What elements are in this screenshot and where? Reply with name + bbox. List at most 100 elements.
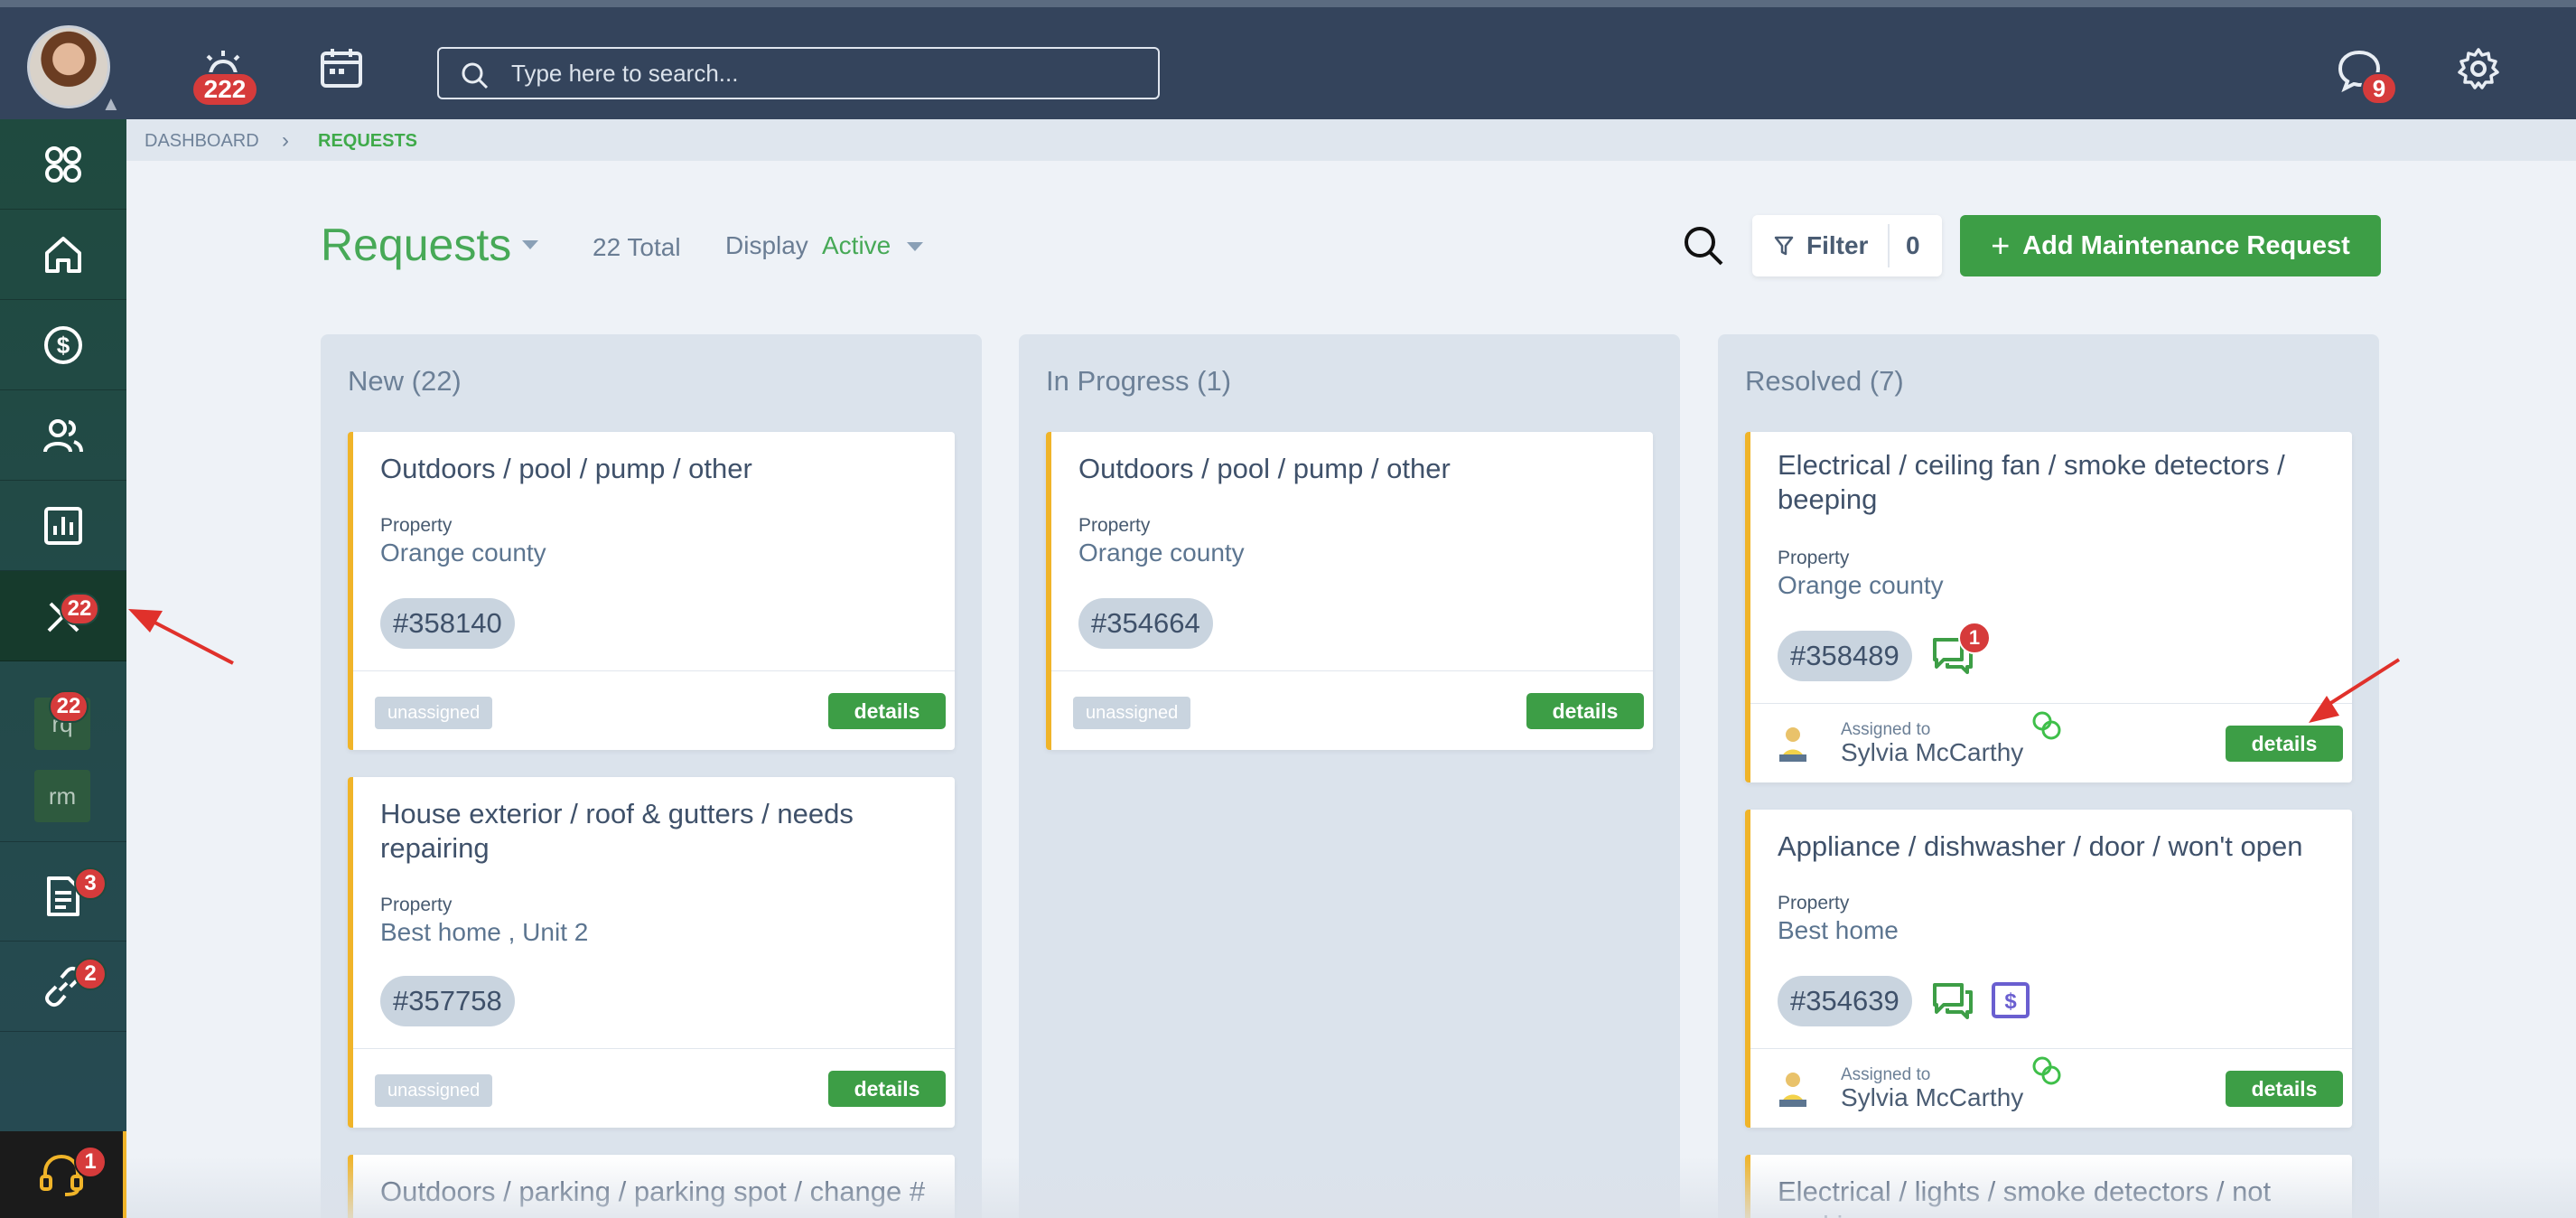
assigned-label: Assigned to	[1841, 1065, 1931, 1084]
request-card[interactable]: Outdoors / pool / pump / other Property …	[348, 432, 955, 750]
sidebar: $ 22 rq 22 rm 3 2	[0, 119, 126, 1218]
search-icon	[462, 62, 489, 89]
details-button[interactable]: details	[1526, 693, 1644, 729]
card-title[interactable]: Outdoors / pool / pump / other	[380, 452, 940, 486]
filter-count: 0	[1906, 231, 1920, 259]
property-label: Property	[380, 515, 453, 536]
property-value[interactable]: Orange county	[1778, 571, 1944, 600]
messages-icon[interactable]	[1931, 979, 1974, 1021]
search-icon[interactable]	[1682, 224, 1725, 267]
request-card[interactable]: Electrical / lights / smoke detectors / …	[1745, 1155, 2352, 1218]
pin-icon[interactable]: ▲	[101, 92, 121, 116]
column-title: New (22)	[348, 365, 462, 397]
breadcrumb-chevron-icon: ›	[282, 128, 289, 153]
card-title[interactable]: Outdoors / parking / parking spot / chan…	[380, 1175, 940, 1209]
search-input[interactable]	[511, 54, 1143, 92]
add-maintenance-request-button[interactable]: + Add Maintenance Request	[1960, 215, 2381, 276]
assignee-name[interactable]: Sylvia McCarthy	[1841, 1083, 2023, 1112]
top-bar: ▲ 222 9	[0, 0, 2576, 119]
request-card[interactable]: Outdoors / pool / pump / other Property …	[1046, 432, 1653, 750]
ticket-number: #354639	[1778, 976, 1912, 1026]
svg-text:$: $	[57, 332, 70, 359]
property-value[interactable]: Best home , Unit 2	[380, 918, 588, 947]
card-title[interactable]: Appliance / dishwasher / door / won't op…	[1778, 829, 2338, 864]
property-value[interactable]: Orange county	[380, 539, 546, 567]
details-button[interactable]: details	[828, 693, 946, 729]
details-button[interactable]: details	[2226, 726, 2343, 762]
card-title[interactable]: Outdoors / pool / pump / other	[1078, 452, 1638, 486]
request-card[interactable]: Outdoors / parking / parking spot / chan…	[348, 1155, 955, 1218]
display-label: Display	[725, 231, 808, 259]
card-footer: unassigned details	[353, 670, 955, 750]
add-button-label: Add Maintenance Request	[2022, 230, 2350, 260]
sidebar-item-rm[interactable]: rm	[34, 770, 90, 822]
property-label: Property	[1778, 548, 1850, 568]
filter-icon	[1774, 236, 1794, 256]
display-select[interactable]: Active	[822, 231, 891, 260]
details-button[interactable]: details	[828, 1071, 946, 1107]
column-in-progress: In Progress (1) Outdoors / pool / pump /…	[1019, 334, 1680, 1218]
breadcrumb-current: REQUESTS	[318, 131, 418, 151]
card-title[interactable]: House exterior / roof & gutters / needs …	[380, 797, 940, 866]
total-count: 22 Total	[593, 233, 681, 261]
column-title: In Progress (1)	[1046, 365, 1232, 397]
annotation-arrow-icon	[2309, 658, 2401, 723]
ticket-number: #354664	[1078, 598, 1213, 649]
display-caret-icon[interactable]	[907, 242, 923, 251]
people-icon	[43, 418, 83, 453]
assigned-label: Assigned to	[1841, 720, 1931, 739]
request-card[interactable]: Electrical / ceiling fan / smoke detecto…	[1745, 432, 2352, 782]
card-title[interactable]: Electrical / lights / smoke detectors / …	[1778, 1175, 2338, 1218]
title-caret-icon[interactable]	[522, 240, 538, 249]
search-box[interactable]	[437, 47, 1160, 99]
card-footer: unassigned details	[353, 1048, 955, 1128]
card-title[interactable]: Electrical / ceiling fan / smoke detecto…	[1778, 448, 2338, 517]
sidebar-item-apps[interactable]	[0, 119, 126, 210]
support-button[interactable]	[0, 1131, 126, 1218]
svg-text:$: $	[2004, 989, 2017, 1014]
annotation-arrow-icon	[128, 609, 234, 665]
apps-grid-icon	[45, 145, 81, 183]
plus-icon: +	[1991, 227, 2011, 264]
filter-button[interactable]: Filter 0	[1752, 215, 1942, 276]
sidebar-item-links[interactable]	[0, 942, 126, 1032]
maintenance-count-badge: 22	[60, 593, 99, 625]
sidebar-item-people[interactable]	[0, 390, 126, 481]
property-label: Property	[1078, 515, 1151, 536]
sidebar-item-reports[interactable]	[0, 481, 126, 571]
sidebar-item-documents[interactable]	[0, 851, 126, 942]
details-button[interactable]: details	[2226, 1071, 2343, 1107]
filter-divider	[1888, 224, 1890, 267]
card-footer: Assigned to Sylvia McCarthy details	[1750, 1048, 2352, 1128]
request-card[interactable]: Appliance / dishwasher / door / won't op…	[1745, 810, 2352, 1128]
assign-link-icon[interactable]	[2030, 1054, 2063, 1087]
filter-label: Filter	[1806, 231, 1869, 259]
support-count-badge: 1	[74, 1146, 107, 1178]
column-new: New (22) Outdoors / pool / pump / other …	[321, 334, 982, 1218]
property-value[interactable]: Best home	[1778, 916, 1899, 945]
gear-icon[interactable]	[2457, 47, 2500, 90]
dollar-icon: $	[44, 325, 82, 364]
sidebar-item-finance[interactable]: $	[0, 300, 126, 390]
alarm-count-badge: 222	[191, 72, 258, 107]
breadcrumb-dashboard[interactable]: DASHBOARD	[145, 131, 259, 152]
invoice-icon[interactable]: $	[1991, 981, 2030, 1019]
breadcrumb: DASHBOARD › REQUESTS	[126, 119, 2576, 161]
card-footer: Assigned to Sylvia McCarthy details	[1750, 703, 2352, 782]
chart-icon	[44, 506, 82, 545]
card-footer: unassigned details	[1051, 670, 1653, 750]
assignee-name[interactable]: Sylvia McCarthy	[1841, 738, 2023, 767]
assignee-avatar	[1779, 727, 1806, 762]
messages-count-badge: 9	[2361, 72, 2397, 105]
links-count-badge: 2	[74, 958, 107, 990]
property-label: Property	[1778, 893, 1850, 914]
ticket-number: #357758	[380, 976, 515, 1026]
property-value[interactable]: Orange county	[1078, 539, 1245, 567]
user-avatar[interactable]	[27, 25, 110, 108]
assign-link-icon[interactable]	[2030, 709, 2063, 742]
calendar-icon[interactable]	[320, 47, 363, 89]
sidebar-item-home[interactable]	[0, 210, 126, 300]
status-badge: unassigned	[375, 1074, 493, 1107]
page-title[interactable]: Requests	[321, 219, 511, 271]
request-card[interactable]: House exterior / roof & gutters / needs …	[348, 777, 955, 1128]
